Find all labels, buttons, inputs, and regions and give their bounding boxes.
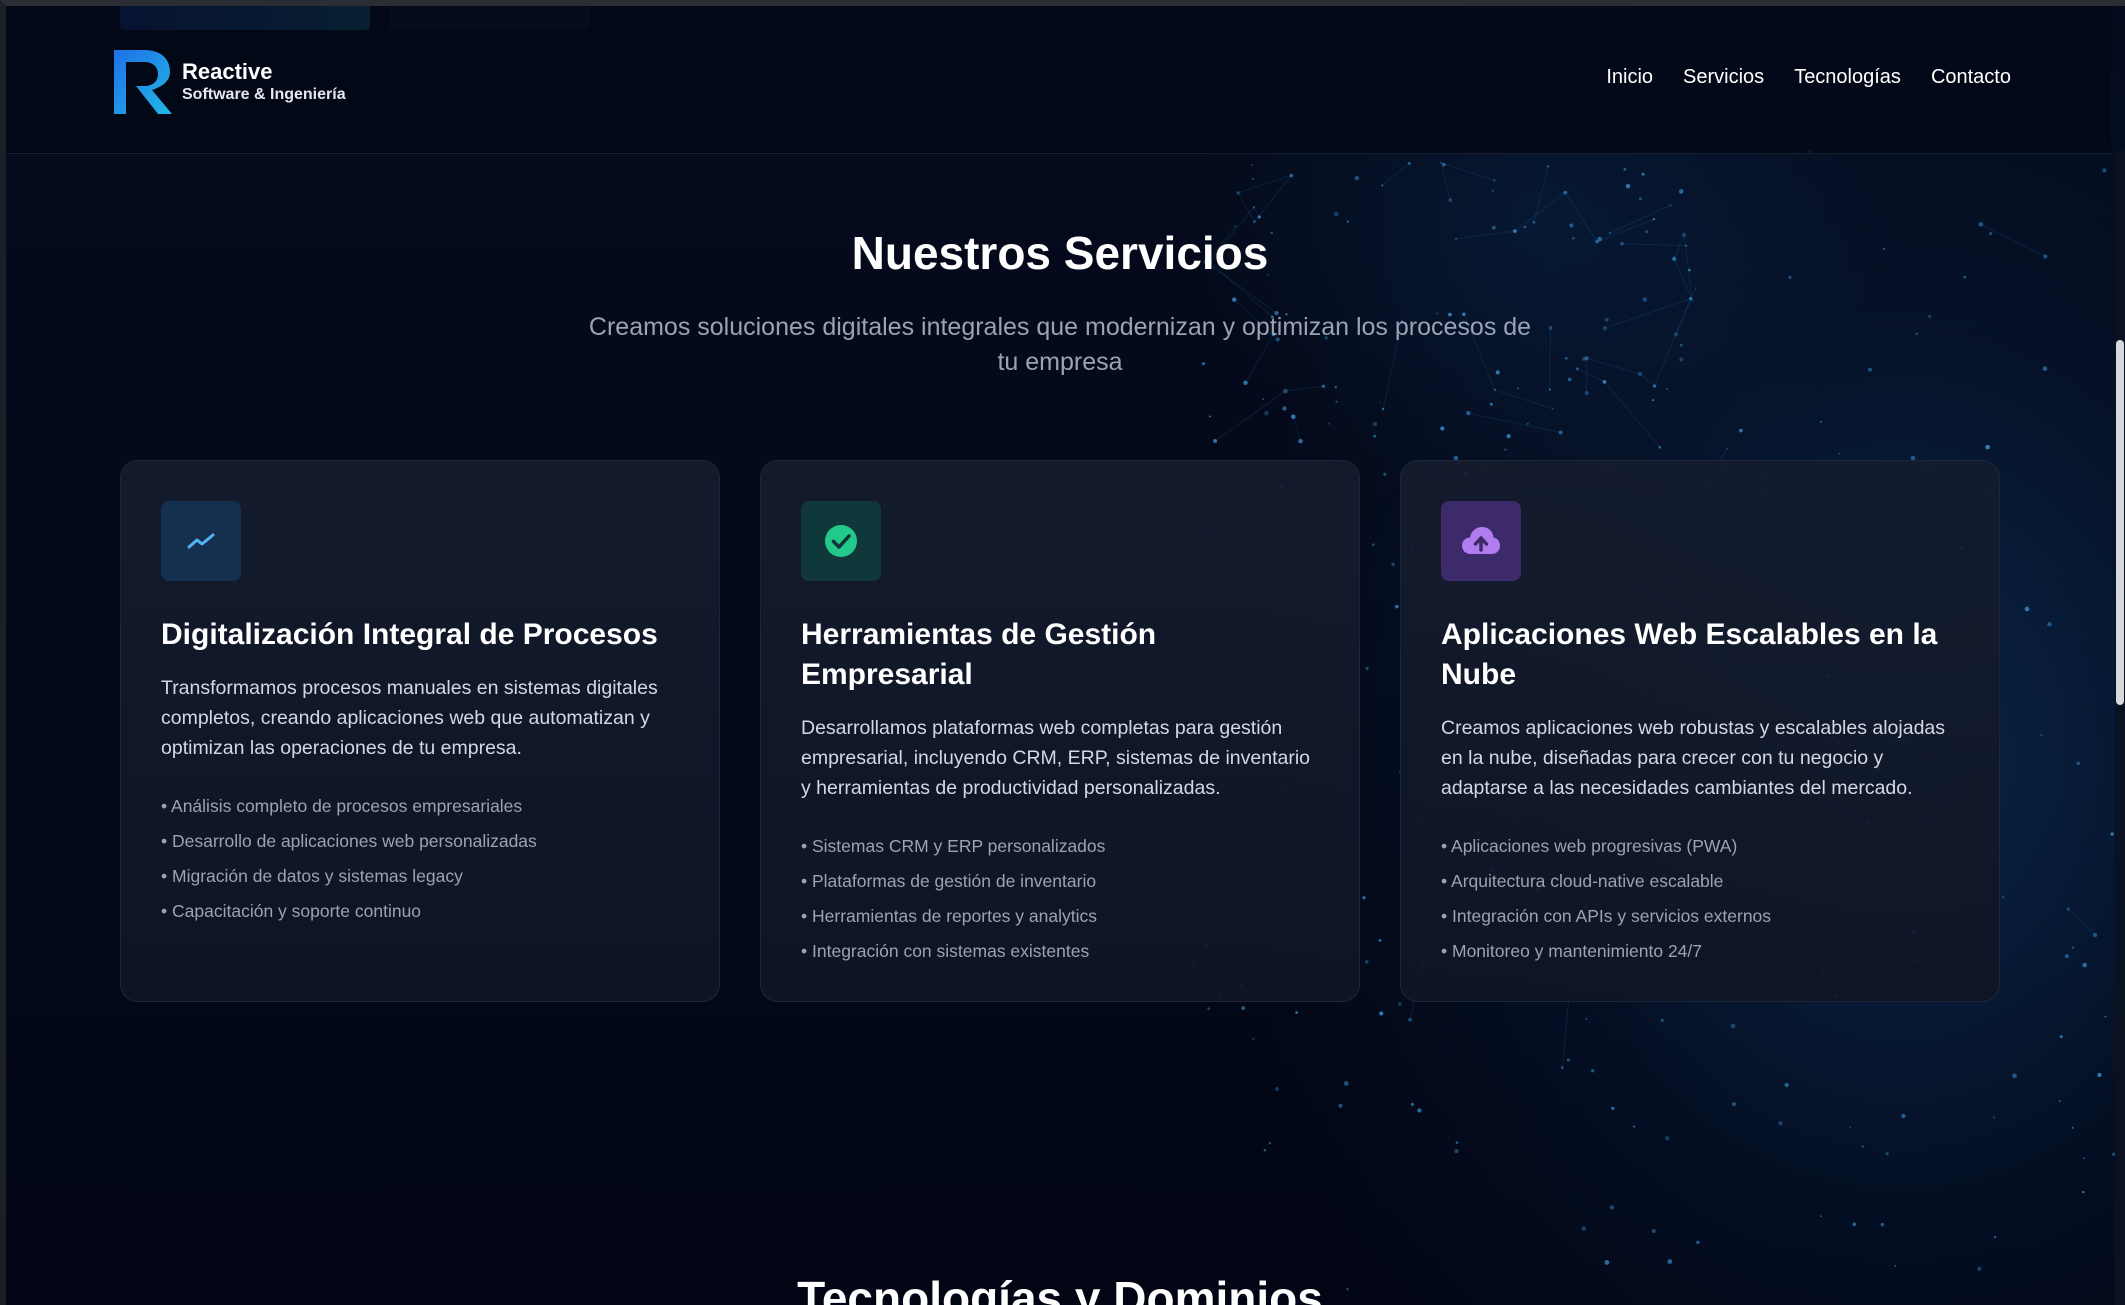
service-card-description: Desarrollamos plataformas web completas … [801, 717, 1311, 799]
check-circle-icon [825, 525, 857, 557]
nav-inicio[interactable]: Inicio [1606, 66, 1653, 89]
service-card-icon-box [801, 501, 881, 581]
feature-item: Migración de datos y sistemas legacy [161, 859, 679, 894]
service-card-cloud: Aplicaciones Web Escalables en la Nube C… [1400, 460, 2000, 1002]
feature-item: Integración con APIs y servicios externo… [1441, 899, 1959, 934]
nav-servicios[interactable]: Servicios [1683, 66, 1764, 89]
feature-item: Desarrollo de aplicaciones web personali… [161, 824, 679, 859]
service-card-title: Digitalización Integral de Procesos [161, 618, 658, 651]
service-card-features: Análisis completo de procesos empresaria… [161, 789, 679, 929]
feature-item: Plataformas de gestión de inventario [801, 864, 1319, 899]
service-card-description: Transformamos procesos manuales en siste… [161, 677, 658, 759]
feature-item: Integración con sistemas existentes [801, 934, 1319, 969]
service-card-icon-box [161, 501, 241, 581]
feature-item: Análisis completo de procesos empresaria… [161, 789, 679, 824]
feature-item: Sistemas CRM y ERP personalizados [801, 829, 1319, 864]
cloud-upload-icon [1462, 527, 1500, 554]
feature-item: Herramientas de reportes y analytics [801, 899, 1319, 934]
service-card-title: Aplicaciones Web Escalables en la Nube [1441, 618, 1938, 691]
nav-tecnologias[interactable]: Tecnologías [1794, 66, 1901, 89]
reactive-logo-icon [114, 50, 172, 114]
site-header: Reactive Software & Ingeniería Inicio Se… [6, 6, 2111, 154]
service-card-gestion: Herramientas de Gestión Empresarial Desa… [760, 460, 1360, 1002]
service-card-description: Creamos aplicaciones web robustas y esca… [1441, 717, 1946, 799]
service-card-digitalizacion: Digitalización Integral de Procesos Tran… [120, 460, 720, 1002]
service-card-icon-box [1441, 501, 1521, 581]
feature-item: Monitoreo y mantenimiento 24/7 [1441, 934, 1959, 969]
service-card-title: Herramientas de Gestión Empresarial [801, 618, 1157, 691]
services-title: Nuestros Servicios [851, 227, 1269, 279]
feature-item: Aplicaciones web progresivas (PWA) [1441, 829, 1959, 864]
service-card-features: Sistemas CRM y ERP personalizados Plataf… [801, 829, 1319, 969]
feature-item: Arquitectura cloud-native escalable [1441, 864, 1959, 899]
feature-item: Capacitación y soporte continuo [161, 894, 679, 929]
brand-logo[interactable]: Reactive Software & Ingeniería [110, 46, 346, 118]
brand-tagline: Software & Ingeniería [182, 86, 346, 103]
main-nav: Inicio Servicios Tecnologías Contacto [1606, 66, 2011, 89]
services-subtitle: Creamos soluciones digitales integrales … [588, 313, 1532, 376]
brand-name: Reactive [182, 59, 273, 84]
scrollbar-thumb[interactable] [2116, 340, 2124, 705]
technologies-title: Tecnologías y Dominios [797, 1272, 1323, 1305]
nav-contacto[interactable]: Contacto [1931, 66, 2011, 89]
scrollbar-track[interactable] [2115, 150, 2125, 1305]
service-card-features: Aplicaciones web progresivas (PWA) Arqui… [1441, 829, 1959, 969]
trend-line-icon [187, 533, 215, 549]
